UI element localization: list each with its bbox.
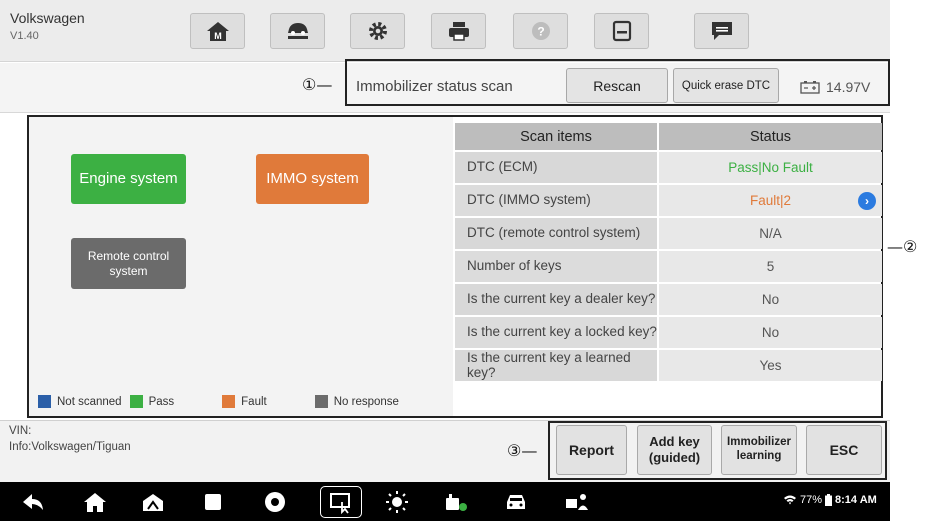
help-button[interactable]: ? bbox=[513, 13, 568, 49]
voltage-value: 14.97V bbox=[826, 79, 871, 95]
legend-not-scanned: Not scanned bbox=[57, 395, 122, 408]
settings-button[interactable] bbox=[350, 13, 405, 49]
back-icon[interactable] bbox=[20, 490, 46, 514]
message-icon bbox=[711, 22, 732, 40]
vehicle-lift-icon bbox=[287, 23, 308, 39]
legend-pass: Pass bbox=[148, 395, 175, 408]
svg-text:?: ? bbox=[537, 25, 544, 39]
vehicle-lift-button[interactable] bbox=[270, 13, 325, 49]
home-icon: M bbox=[206, 22, 229, 41]
report-button[interactable]: Report bbox=[556, 425, 627, 475]
table-row[interactable]: DTC (IMMO system) Fault|2 › bbox=[455, 185, 882, 216]
app-brand: Volkswagen V1.40 bbox=[10, 10, 85, 42]
scan-item: DTC (remote control system) bbox=[455, 218, 657, 249]
settings-gear-icon bbox=[368, 22, 387, 40]
callout-two-label: ② bbox=[903, 237, 918, 256]
help-icon: ? bbox=[531, 22, 550, 40]
callout-one: ①— bbox=[302, 75, 333, 94]
remote-support-icon[interactable] bbox=[564, 490, 590, 514]
legend-swatch-pass bbox=[129, 395, 143, 408]
home-button[interactable]: M bbox=[190, 13, 245, 49]
autel-home-icon[interactable] bbox=[140, 490, 166, 514]
callout-one-label: ① bbox=[302, 75, 317, 94]
status-legend: Not scanned Pass Fault No response bbox=[38, 395, 399, 408]
scan-status: Yes bbox=[657, 350, 882, 381]
table-row: Is the current key a learned key? Yes bbox=[455, 350, 882, 381]
table-row: DTC (remote control system) N/A bbox=[455, 218, 882, 249]
brightness-icon[interactable] bbox=[384, 490, 410, 514]
save-icon bbox=[612, 20, 631, 42]
callout-three: ③— bbox=[507, 441, 538, 460]
table-row: Is the current key a locked key? No bbox=[455, 317, 882, 348]
remote-desktop-button[interactable] bbox=[320, 486, 362, 518]
svg-text:M: M bbox=[214, 31, 222, 41]
print-button[interactable] bbox=[431, 13, 486, 49]
arrow-right-icon[interactable]: › bbox=[858, 192, 876, 210]
remote-desktop-icon bbox=[330, 493, 350, 515]
immobilizer-screen: Volkswagen V1.40 M ? ①— Immobilizer stat… bbox=[0, 0, 935, 521]
scan-item: Number of keys bbox=[455, 251, 657, 282]
legend-no-response: No response bbox=[333, 395, 399, 408]
table-header-row: Scan items Status bbox=[455, 123, 882, 150]
immobilizer-learning-button[interactable]: Immobilizer learning bbox=[721, 425, 797, 475]
callout-three-label: ③ bbox=[507, 441, 522, 460]
legend-fault: Fault bbox=[241, 395, 267, 408]
recent-apps-icon[interactable] bbox=[200, 490, 226, 514]
scan-item: Is the current key a learned key? bbox=[455, 350, 657, 381]
table-row: DTC (ECM) Pass|No Fault bbox=[455, 152, 882, 183]
legend-swatch-fault bbox=[222, 395, 236, 408]
vehicle-info-text: Info:Volkswagen/Tiguan bbox=[9, 440, 131, 453]
car-battery-icon bbox=[800, 81, 820, 94]
system-status: 77% 8:14 AM bbox=[783, 494, 877, 506]
scan-status: Pass|No Fault bbox=[657, 152, 882, 183]
scan-item: Is the current key a dealer key? bbox=[455, 284, 657, 315]
battery-icon bbox=[825, 494, 833, 506]
scan-status-cell[interactable]: Fault|2 › bbox=[657, 185, 882, 216]
scan-status: No bbox=[657, 317, 882, 348]
vci-connection-icon[interactable] bbox=[443, 490, 469, 514]
scan-item: DTC (ECM) bbox=[455, 152, 657, 183]
immo-system-button[interactable]: IMMO system bbox=[256, 154, 369, 204]
home-nav-icon[interactable] bbox=[82, 490, 108, 514]
save-button[interactable] bbox=[594, 13, 649, 49]
callout-two: —② bbox=[887, 237, 918, 256]
clock-time: 8:14 AM bbox=[835, 494, 877, 506]
esc-button[interactable]: ESC bbox=[806, 425, 882, 475]
engine-system-button[interactable]: Engine system bbox=[71, 154, 186, 204]
rescan-button[interactable]: Rescan bbox=[566, 68, 668, 103]
table-row: Number of keys 5 bbox=[455, 251, 882, 282]
car-icon[interactable] bbox=[503, 490, 529, 514]
header-status: Status bbox=[657, 123, 882, 150]
legend-swatch-no-response bbox=[314, 395, 328, 408]
battery-percent: 77% bbox=[800, 494, 823, 506]
header-scan-items: Scan items bbox=[455, 123, 657, 150]
message-button[interactable] bbox=[694, 13, 749, 49]
app-name: Volkswagen bbox=[10, 10, 85, 26]
top-toolbar: Volkswagen V1.40 M ? bbox=[0, 0, 890, 62]
chrome-icon[interactable] bbox=[262, 490, 288, 514]
scan-results-table: Scan items Status DTC (ECM) Pass|No Faul… bbox=[455, 121, 882, 383]
scan-status: 5 bbox=[657, 251, 882, 282]
vehicle-info: VIN: Info:Volkswagen/Tiguan bbox=[9, 424, 131, 455]
vin-label: VIN: bbox=[9, 425, 32, 437]
add-key-guided-button[interactable]: Add key (guided) bbox=[637, 425, 712, 475]
printer-icon bbox=[448, 22, 469, 41]
scan-item: Is the current key a locked key? bbox=[455, 317, 657, 348]
scan-status: Fault|2 bbox=[749, 193, 792, 208]
legend-swatch-not-scanned bbox=[38, 395, 51, 408]
wifi-icon bbox=[784, 495, 796, 505]
scan-status: No bbox=[657, 284, 882, 315]
scan-item: DTC (IMMO system) bbox=[455, 185, 657, 216]
scan-status: N/A bbox=[657, 218, 882, 249]
app-version: V1.40 bbox=[10, 30, 39, 42]
table-row: Is the current key a dealer key? No bbox=[455, 284, 882, 315]
remote-control-system-button[interactable]: Remote control system bbox=[71, 238, 186, 289]
quick-erase-dtc-button[interactable]: Quick erase DTC bbox=[673, 68, 779, 103]
battery-voltage: 14.97V bbox=[800, 79, 870, 95]
scan-title: Immobilizer status scan bbox=[356, 78, 513, 95]
